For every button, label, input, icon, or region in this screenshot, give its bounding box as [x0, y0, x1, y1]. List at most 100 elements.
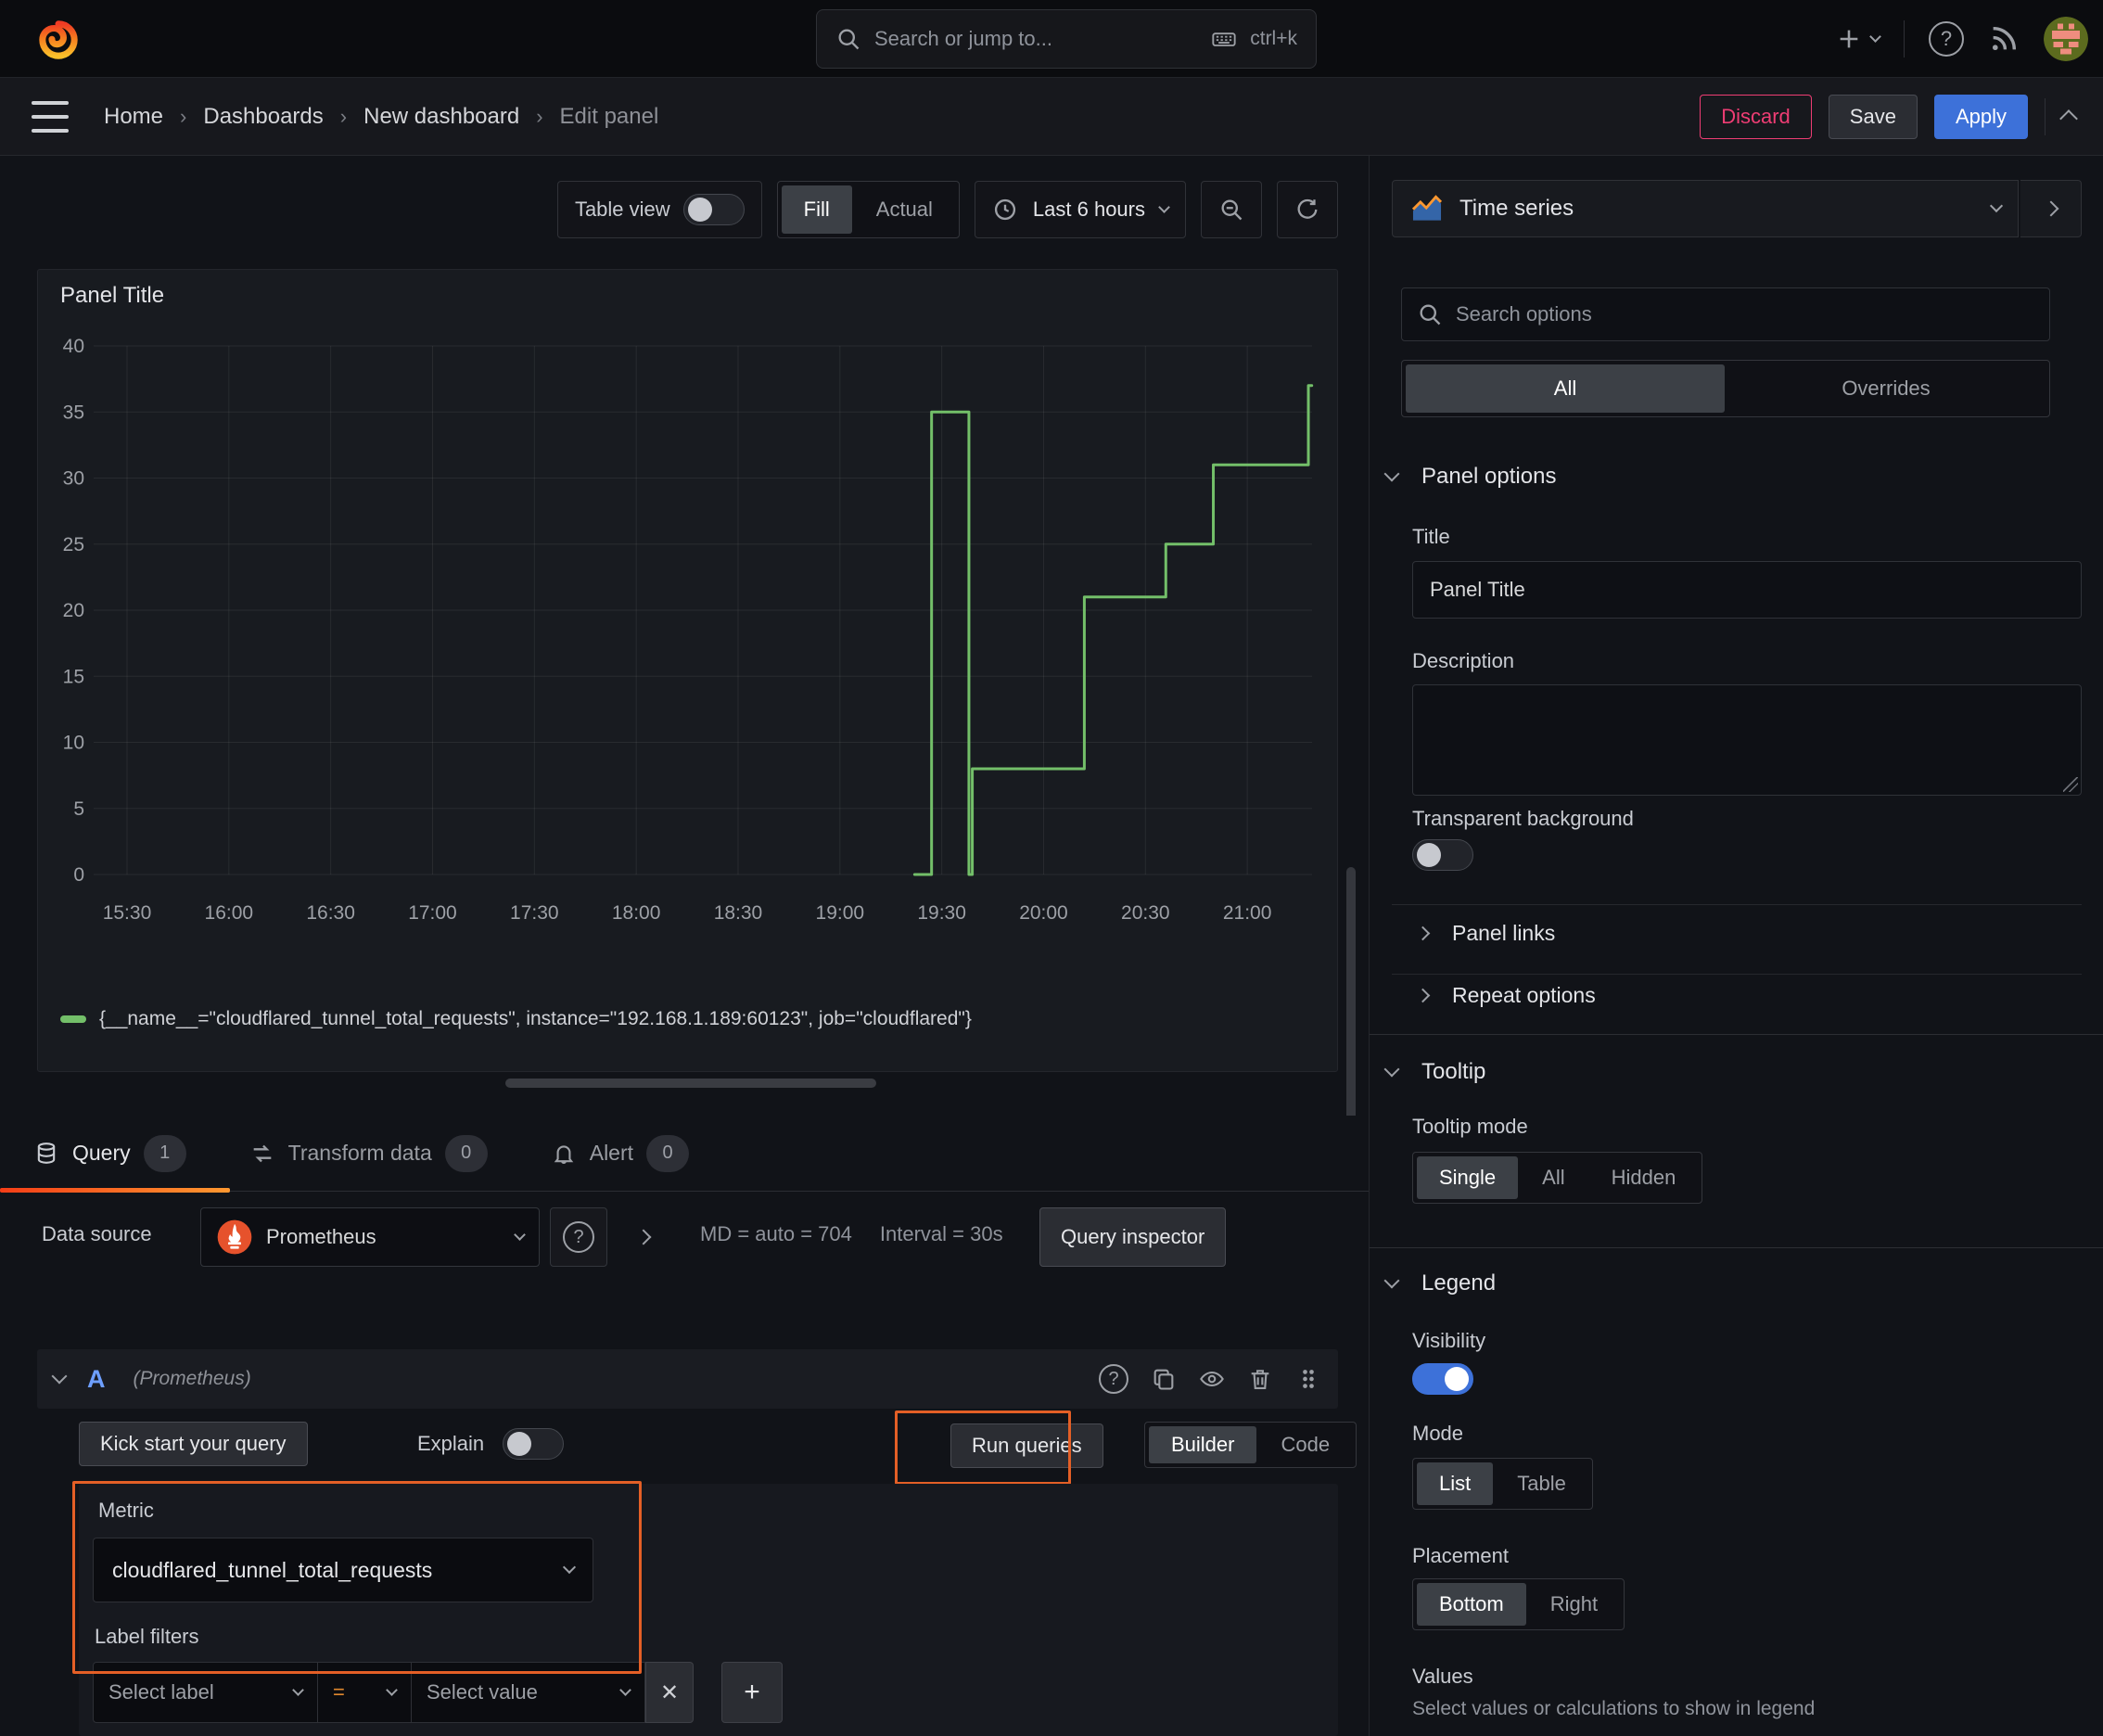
options-search[interactable] [1401, 287, 2050, 341]
panel-options-section[interactable]: Panel options [1383, 464, 1556, 490]
add-menu-button[interactable] [1836, 26, 1881, 52]
resize-corner-icon[interactable] [2063, 777, 2078, 792]
operator-dropdown[interactable]: = [318, 1662, 412, 1723]
grafana-logo-icon[interactable] [35, 17, 82, 63]
divider [1904, 20, 1905, 57]
breadcrumb-separator: › [536, 105, 543, 128]
bottom-tabs: Query 1 Transform data 0 Alert 0 [0, 1116, 1369, 1193]
breadcrumb-dashboards[interactable]: Dashboards [203, 104, 323, 130]
pane-resize-handle[interactable] [505, 1079, 876, 1088]
tab-transform[interactable]: Transform data 0 [225, 1116, 512, 1192]
tooltip-heading: Tooltip [1421, 1059, 1486, 1084]
query-inspector-button[interactable]: Query inspector [1039, 1207, 1227, 1267]
collapse-header-icon[interactable] [2059, 109, 2078, 128]
chevron-down-icon [619, 1683, 631, 1696]
collapse-query-icon[interactable] [51, 1368, 68, 1385]
description-textarea[interactable] [1412, 684, 2082, 796]
transparent-background-toggle[interactable] [1412, 839, 1473, 871]
chart-legend-item[interactable]: {__name__="cloudflared_tunnel_total_requ… [60, 1008, 972, 1030]
chevron-right-icon [1415, 988, 1431, 1003]
builder-option[interactable]: Builder [1149, 1426, 1257, 1463]
chevron-right-icon[interactable] [635, 1229, 652, 1245]
legend-heading: Legend [1421, 1270, 1497, 1296]
visualization-picker[interactable]: Time series [1392, 180, 2019, 237]
save-button[interactable]: Save [1828, 95, 1918, 139]
tab-all[interactable]: All [1406, 364, 1725, 413]
repeat-options-section[interactable]: Repeat options [1415, 983, 1596, 1008]
visibility-label: Visibility [1412, 1329, 1486, 1352]
tab-overrides[interactable]: Overrides [1727, 364, 2046, 413]
code-option[interactable]: Code [1258, 1426, 1352, 1463]
actual-option[interactable]: Actual [854, 185, 955, 234]
panel-links-section[interactable]: Panel links [1415, 921, 1555, 946]
vertical-scrollbar[interactable] [1346, 867, 1356, 1150]
placement-right-option[interactable]: Right [1528, 1583, 1620, 1626]
top-nav: ctrl+k ? [0, 0, 2103, 78]
select-label-dropdown[interactable]: Select label [93, 1662, 318, 1723]
legend-visibility-toggle[interactable] [1412, 1363, 1473, 1395]
title-label: Title [1412, 525, 1450, 548]
bell-icon [554, 1144, 574, 1164]
run-queries-button[interactable]: Run queries [950, 1423, 1103, 1468]
options-search-input[interactable] [1456, 302, 2034, 326]
query-row-header[interactable]: A (Prometheus) ? [37, 1349, 1338, 1409]
news-rss-icon[interactable] [1988, 23, 2020, 55]
tooltip-single-option[interactable]: Single [1417, 1156, 1519, 1199]
kick-start-query-button[interactable]: Kick start your query [79, 1422, 308, 1466]
svg-text:19:30: 19:30 [917, 902, 966, 924]
tab-query[interactable]: Query 1 [0, 1116, 230, 1193]
sidebar-collapse-button[interactable] [2020, 180, 2082, 237]
apply-button[interactable]: Apply [1933, 95, 2028, 139]
global-search[interactable]: ctrl+k [816, 9, 1317, 69]
chevron-down-icon [1383, 1061, 1400, 1078]
add-filter-button[interactable]: + [721, 1662, 783, 1723]
search-input[interactable] [874, 27, 1199, 51]
drag-handle-icon[interactable] [1295, 1366, 1321, 1392]
help-icon[interactable]: ? [1929, 21, 1964, 57]
explain-control: Explain [417, 1422, 565, 1466]
time-range-picker[interactable]: Last 6 hours [974, 181, 1186, 238]
description-label: Description [1412, 649, 1515, 672]
query-help-icon[interactable]: ? [1099, 1364, 1128, 1394]
fill-option[interactable]: Fill [781, 185, 852, 234]
panel-title-input[interactable] [1412, 561, 2082, 619]
chevron-down-icon [292, 1683, 304, 1696]
breadcrumb-home[interactable]: Home [104, 104, 163, 130]
duplicate-icon[interactable] [1151, 1366, 1177, 1392]
breadcrumb-edit-panel: Edit panel [559, 104, 659, 129]
panel-toolbar: Table view Fill Actual Last 6 hours [556, 181, 1338, 238]
refresh-icon [1297, 198, 1318, 219]
divider [1392, 974, 2082, 975]
table-view-toggle[interactable] [682, 194, 745, 225]
tooltip-hidden-option[interactable]: Hidden [1589, 1156, 1699, 1199]
datasource-picker[interactable]: Prometheus [200, 1207, 540, 1267]
time-series-viz-icon [1411, 195, 1443, 221]
tab-alert[interactable]: Alert 0 [527, 1116, 713, 1192]
breadcrumb-bar: Home › Dashboards › New dashboard › Edit… [0, 78, 2103, 156]
select-value-dropdown[interactable]: Select value [412, 1662, 645, 1723]
trash-icon[interactable] [1247, 1366, 1273, 1392]
tab-query-label: Query [72, 1141, 131, 1165]
transform-icon [253, 1144, 271, 1162]
explain-toggle[interactable] [503, 1428, 565, 1460]
legend-values-label: Values [1412, 1665, 1473, 1688]
breadcrumb-separator: › [180, 105, 187, 128]
legend-section[interactable]: Legend [1383, 1270, 1497, 1296]
datasource-help-button[interactable]: ? [550, 1207, 607, 1267]
discard-button[interactable]: Discard [1700, 95, 1812, 139]
menu-toggle-icon[interactable] [32, 101, 69, 133]
user-avatar[interactable] [2044, 17, 2088, 61]
legend-table-option[interactable]: Table [1495, 1462, 1588, 1505]
time-range-label: Last 6 hours [1032, 198, 1145, 221]
refresh-button[interactable] [1277, 181, 1338, 238]
breadcrumb-new-dashboard[interactable]: New dashboard [363, 104, 519, 130]
zoom-out-button[interactable] [1201, 181, 1262, 238]
tooltip-section[interactable]: Tooltip [1383, 1059, 1486, 1085]
hide-response-eye-icon[interactable] [1199, 1366, 1225, 1392]
legend-list-option[interactable]: List [1417, 1462, 1494, 1505]
legend-placement-switch: Bottom Right [1412, 1578, 1625, 1630]
metric-select[interactable]: cloudflared_tunnel_total_requests [93, 1538, 593, 1602]
tooltip-all-option[interactable]: All [1520, 1156, 1587, 1199]
placement-bottom-option[interactable]: Bottom [1417, 1583, 1526, 1626]
remove-filter-button[interactable]: ✕ [645, 1662, 694, 1723]
